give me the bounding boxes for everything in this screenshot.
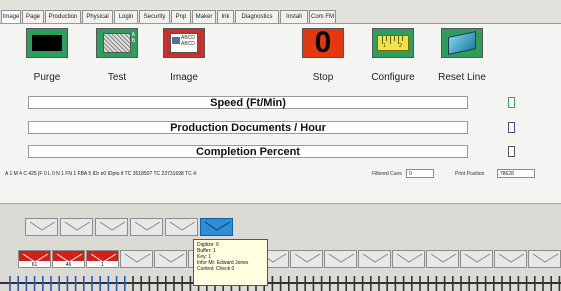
pocket-active[interactable] bbox=[200, 218, 233, 236]
pocket[interactable] bbox=[290, 250, 323, 268]
configure-button[interactable]: 1 2 Configure bbox=[358, 28, 428, 90]
print-position-label: Print Position bbox=[455, 171, 485, 177]
pocket[interactable] bbox=[460, 250, 493, 268]
pocket[interactable] bbox=[60, 218, 93, 236]
tab-production[interactable]: Production bbox=[45, 10, 81, 23]
pocket[interactable] bbox=[154, 250, 187, 268]
configure-label: Configure bbox=[371, 72, 415, 83]
tab-maker[interactable]: Maker bbox=[192, 10, 216, 23]
tab-install[interactable]: Install bbox=[280, 10, 308, 23]
purge-icon bbox=[26, 28, 68, 58]
tab-diagnostics[interactable]: Diagnostics bbox=[235, 10, 279, 23]
image-label: Image bbox=[170, 72, 198, 83]
pocket[interactable] bbox=[528, 250, 561, 268]
tab-login[interactable]: Login bbox=[114, 10, 138, 23]
image-icon: ABCD ABCD bbox=[163, 28, 205, 58]
purge-button[interactable]: Purge bbox=[12, 28, 82, 90]
image-button[interactable]: ABCD ABCD Image bbox=[149, 28, 219, 90]
print-position-field[interactable]: 78628 bbox=[497, 169, 535, 178]
pocket[interactable] bbox=[130, 218, 163, 236]
pocket[interactable] bbox=[120, 250, 153, 268]
filtered-cues-field[interactable]: 0 bbox=[406, 169, 434, 178]
reset-line-button[interactable]: Reset Line bbox=[427, 28, 497, 90]
tooltip-line: Control: Check 0 bbox=[197, 266, 235, 272]
tab-image[interactable]: Image bbox=[1, 10, 21, 23]
ruler-icon: 1 2 bbox=[372, 28, 414, 58]
stop-counter-icon: 0 bbox=[302, 26, 344, 59]
pocket[interactable] bbox=[324, 250, 357, 268]
tab-pnp[interactable]: Pnp bbox=[171, 10, 191, 23]
pocket-filled[interactable]: 61 bbox=[18, 250, 51, 268]
pocket[interactable] bbox=[392, 250, 425, 268]
stop-button[interactable]: 0 Stop bbox=[288, 26, 358, 90]
reset-line-icon bbox=[441, 28, 483, 58]
pocket[interactable] bbox=[165, 218, 198, 236]
production-rate-indicator bbox=[508, 122, 515, 133]
speed-indicator bbox=[508, 97, 515, 108]
tab-ink[interactable]: Ink bbox=[217, 10, 234, 23]
transport-rail bbox=[0, 276, 561, 291]
tab-security[interactable]: Security bbox=[139, 10, 170, 23]
tab-page[interactable]: Page bbox=[22, 10, 44, 23]
stop-count: 0 bbox=[314, 26, 332, 59]
pocket[interactable] bbox=[494, 250, 527, 268]
pocket[interactable] bbox=[358, 250, 391, 268]
speed-meter: Speed (Ft/Min) bbox=[28, 96, 468, 109]
pocket-count: 1 bbox=[101, 262, 104, 268]
document-tooltip: Digitize: 6 Buffer: 1 Key: 1 Infor Mr. E… bbox=[193, 239, 268, 286]
production-rate-meter: Production Documents / Hour bbox=[28, 121, 468, 134]
test-label: Test bbox=[107, 72, 127, 83]
main-panel: Purge A B Test ABCD ABCD Image 0 Stop 1 … bbox=[0, 24, 561, 204]
stop-label: Stop bbox=[312, 72, 334, 83]
purge-label: Purge bbox=[33, 72, 61, 83]
completion-indicator bbox=[508, 146, 515, 157]
pocket[interactable] bbox=[25, 218, 58, 236]
test-icon-letters: A B bbox=[131, 32, 135, 44]
tab-com-fm[interactable]: Com FM bbox=[309, 10, 336, 23]
ruler-mark-1: 1 bbox=[383, 43, 386, 49]
ruler-mark-2: 2 bbox=[399, 43, 402, 49]
pocket-filled[interactable]: 46 bbox=[52, 250, 85, 268]
filtered-cues-label: Filtered Cues bbox=[372, 171, 402, 177]
test-page-icon: A B bbox=[96, 28, 138, 58]
pocket-count: 46 bbox=[65, 262, 72, 268]
pocket-count: 61 bbox=[31, 262, 38, 268]
status-line: A 1 M 4 C 425 |F 0 L 0 N 1 FN 1 FBA 5 ID… bbox=[5, 171, 198, 177]
reset-line-label: Reset Line bbox=[438, 72, 486, 83]
test-button[interactable]: A B Test bbox=[82, 28, 152, 90]
pocket-filled[interactable]: 1 bbox=[86, 250, 119, 268]
completion-meter: Completion Percent bbox=[28, 145, 468, 158]
image-icon-text: ABCD ABCD bbox=[181, 35, 195, 47]
pocket[interactable] bbox=[95, 218, 128, 236]
tab-physical[interactable]: Physical bbox=[82, 10, 113, 23]
pocket[interactable] bbox=[426, 250, 459, 268]
tab-bar: Image Page Production Physical Login Sec… bbox=[0, 0, 561, 24]
